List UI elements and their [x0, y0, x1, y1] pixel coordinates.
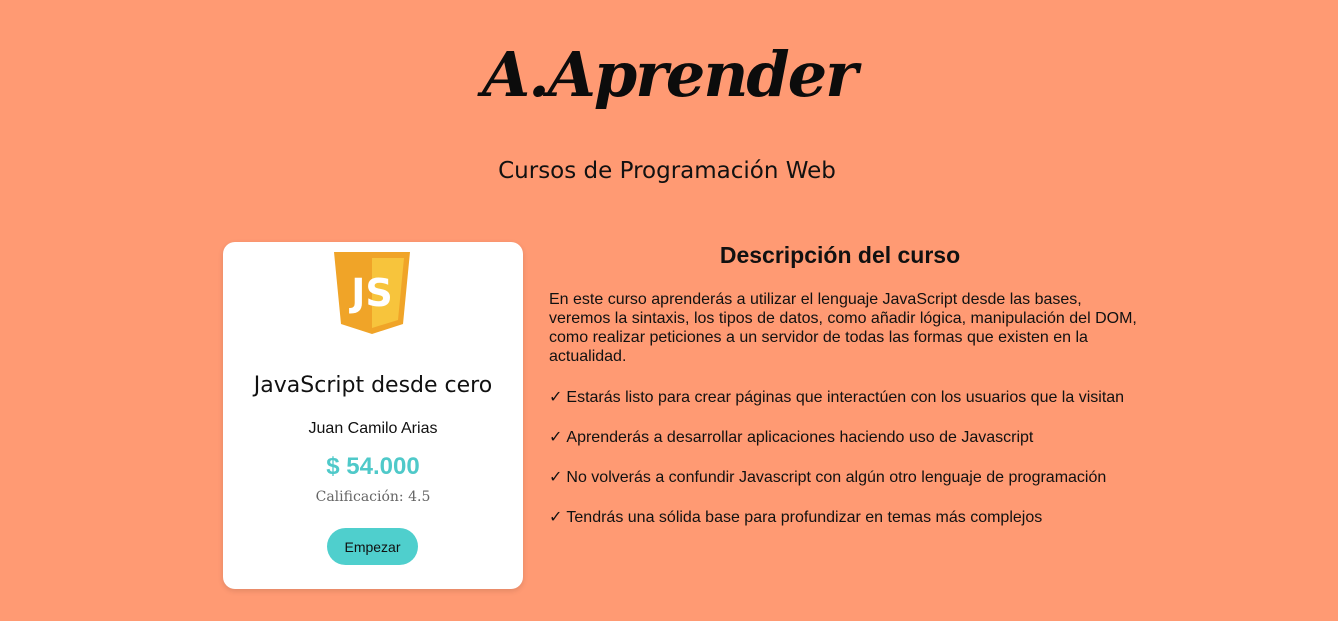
javascript-logo-icon: JS [334, 252, 410, 334]
course-title: JavaScript desde cero [253, 373, 493, 398]
start-button[interactable]: Empezar [327, 528, 418, 565]
course-rating: Calificación: 4.5 [223, 489, 523, 505]
course-card: JS JavaScript desde cero Juan Camilo Ari… [223, 242, 523, 589]
course-price: $ 54.000 [326, 453, 420, 480]
js-logo-text: JS [348, 271, 393, 315]
benefit-item: ✓ Aprenderás a desarrollar aplicaciones h… [549, 427, 1189, 467]
course-instructor: Juan Camilo Arias [308, 420, 438, 437]
description-text: En este curso aprenderás a utilizar el l… [549, 291, 1137, 365]
check-icon: ✓ [549, 507, 563, 526]
benefits-list: ✓ Estarás listo para crear páginas que in… [549, 387, 1189, 547]
benefit-item: ✓ Estarás listo para crear páginas que in… [549, 387, 1189, 427]
description-title: Descripción del curso [719, 242, 961, 268]
page-subtitle: Cursos de Programación Web [498, 158, 836, 184]
benefit-text: Estarás listo para crear páginas que int… [566, 389, 1125, 406]
rating-value: 4.5 [408, 489, 431, 505]
site-logo: A.Aprender [482, 38, 858, 111]
check-icon: ✓ [549, 467, 563, 486]
check-icon: ✓ [549, 427, 563, 446]
benefit-text: Aprenderás a desarrollar aplicaciones ha… [566, 429, 1034, 446]
benefit-text: Tendrás una sólida base para profundizar… [566, 509, 1043, 526]
rating-label: Calificación: [315, 489, 404, 505]
benefit-item: ✓ No volverás a confundir Javascript con … [549, 467, 1189, 507]
benefit-item: ✓ Tendrás una sólida base para profundiza… [549, 507, 1189, 547]
check-icon: ✓ [549, 387, 563, 406]
benefit-text: No volverás a confundir Javascript con a… [566, 469, 1107, 486]
